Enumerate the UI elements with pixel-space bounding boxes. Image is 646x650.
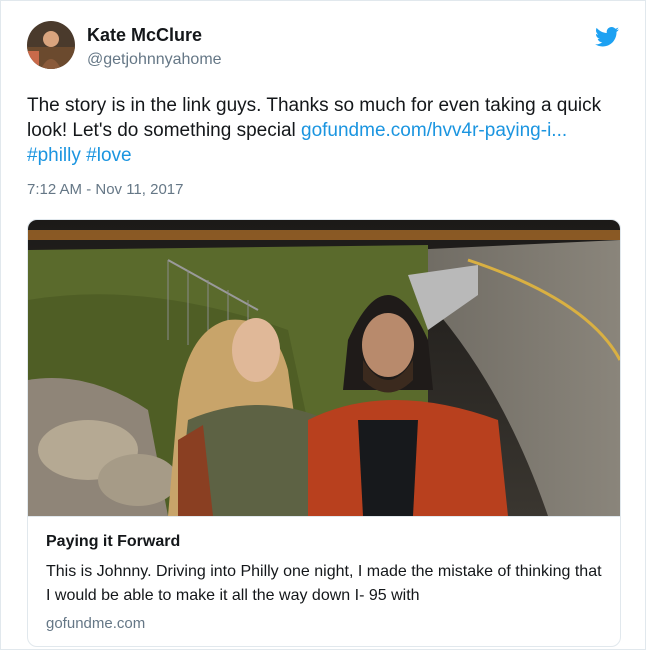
card-title[interactable]: Paying it Forward <box>46 533 180 551</box>
hashtag-philly[interactable]: #philly <box>27 145 81 166</box>
tweet-link[interactable]: gofundme.com/hvv4r-paying-i... <box>301 120 567 141</box>
tweet-text: The story is in the link guys. Thanks so… <box>27 93 623 168</box>
twitter-bird-icon[interactable] <box>595 27 619 47</box>
author-avatar[interactable] <box>27 21 75 69</box>
tweet-timestamp[interactable]: 7:12 AM - Nov 11, 2017 <box>27 181 183 198</box>
author-name[interactable]: Kate McClure <box>87 25 202 46</box>
author-handle[interactable]: @getjohnnyahome <box>87 51 222 69</box>
hashtag-love[interactable]: #love <box>86 145 131 166</box>
card-info[interactable]: Paying it Forward This is Johnny. Drivin… <box>28 516 620 646</box>
card-photo[interactable] <box>28 220 620 516</box>
card-domain[interactable]: gofundme.com <box>46 615 145 632</box>
card-description: This is Johnny. Driving into Philly one … <box>46 563 602 604</box>
link-preview-card[interactable]: Paying it Forward This is Johnny. Drivin… <box>27 219 621 647</box>
tweet-card: Kate McClure @getjohnnyahome The story i… <box>0 0 646 650</box>
